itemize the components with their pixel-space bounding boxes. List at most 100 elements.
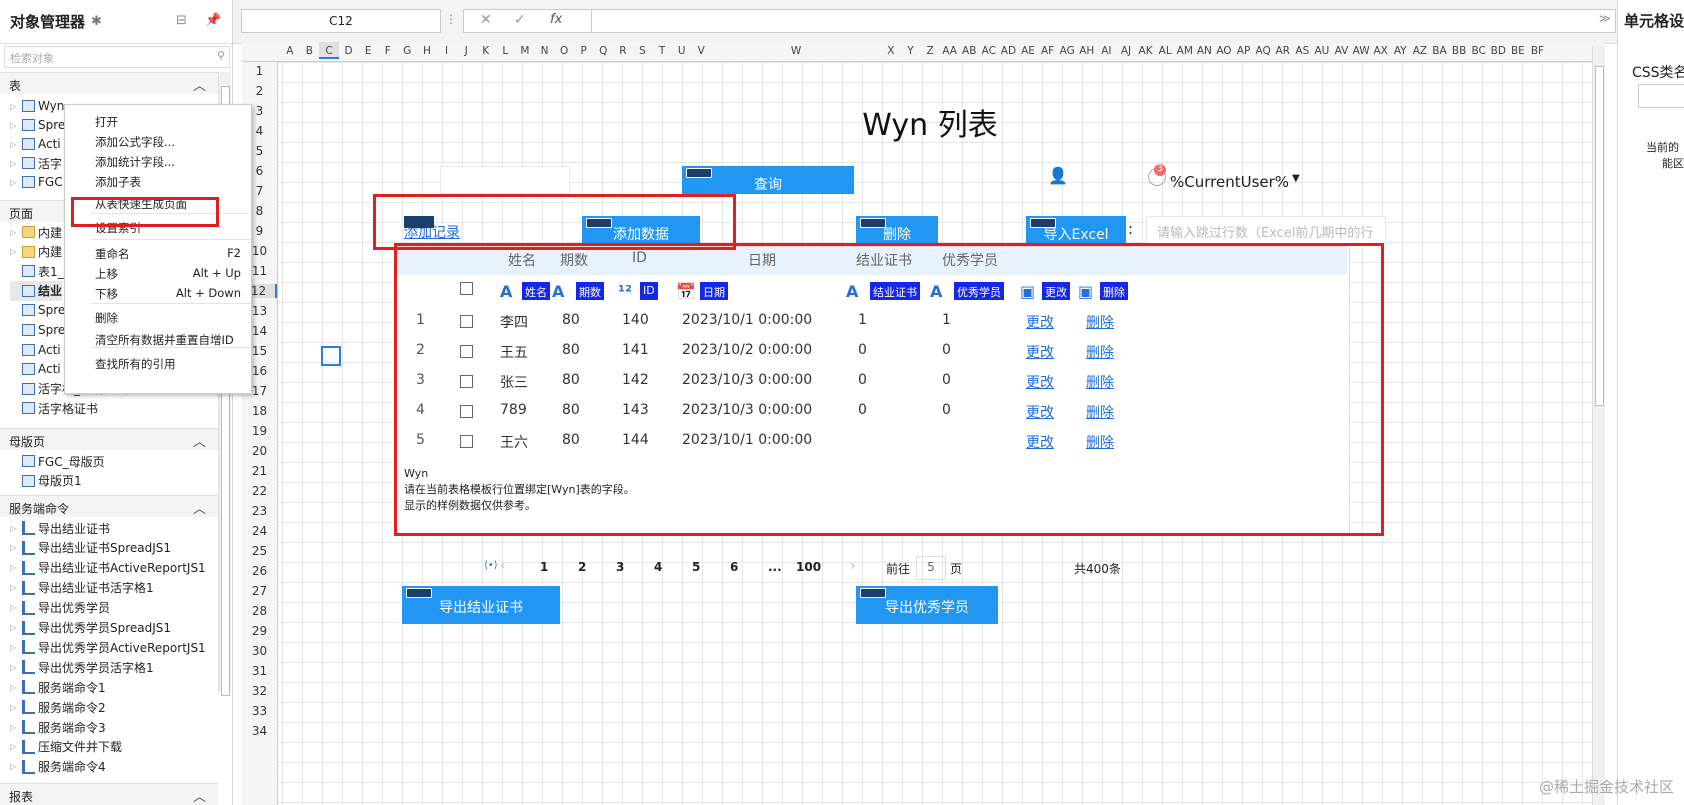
column-label[interactable]: BE — [1508, 42, 1528, 57]
column-label[interactable]: AG — [1057, 42, 1077, 57]
row-label[interactable]: 28 — [242, 604, 277, 618]
tree-item[interactable]: ▷ 服务端命令2 — [10, 697, 106, 717]
row-label[interactable]: 34 — [242, 724, 277, 738]
column-label[interactable]: X — [881, 42, 901, 57]
cancel-icon[interactable]: ✕ — [480, 12, 492, 28]
column-label[interactable]: BC — [1469, 42, 1489, 57]
column-label[interactable]: C — [319, 42, 339, 59]
tree-item[interactable]: ▷ 服务端命令4 — [10, 757, 106, 777]
page-number[interactable]: ... — [768, 560, 782, 574]
context-menu-item[interactable]: 删除 — [65, 307, 251, 327]
expand-triangle-icon[interactable]: ▷ — [10, 703, 22, 712]
chevron-up-icon[interactable]: ︿ — [193, 498, 206, 517]
tree-item[interactable]: ▷ 导出结业证书ActiveReportJS1 — [10, 558, 206, 578]
column-label[interactable]: F — [378, 42, 398, 57]
column-label[interactable]: AO — [1214, 42, 1234, 57]
expand-icon[interactable]: ≫ — [1599, 12, 1611, 25]
tree-item[interactable]: ▷ Acti — [10, 134, 61, 154]
tree-item[interactable]: Acti — [10, 340, 61, 360]
column-label[interactable]: AR — [1273, 42, 1293, 57]
tree-item[interactable]: ▷ FGC — [10, 172, 63, 192]
search-icon[interactable]: ⚲ — [217, 49, 225, 62]
column-label[interactable]: AS — [1293, 42, 1313, 57]
column-label[interactable]: I — [437, 42, 457, 57]
column-label[interactable]: AD — [999, 42, 1019, 57]
tree-item[interactable]: FGC_母版页 — [10, 451, 105, 471]
column-label[interactable]: AA — [940, 42, 960, 57]
context-menu-item[interactable]: 重命名 F2 — [65, 243, 251, 263]
page-number[interactable]: 2 — [578, 560, 586, 574]
column-label[interactable]: AH — [1077, 42, 1097, 57]
tree-item[interactable]: ▷ 导出优秀学员活字格1 — [10, 657, 154, 677]
column-label[interactable]: Q — [594, 42, 614, 57]
row-label[interactable]: 26 — [242, 564, 277, 578]
row-label[interactable]: 29 — [242, 624, 277, 638]
tree-item[interactable]: ▷ 导出结业证书 — [10, 518, 110, 538]
query-input[interactable] — [440, 166, 570, 194]
column-label[interactable]: M — [515, 42, 535, 57]
context-menu-item[interactable]: 清空所有数据并重置自增ID — [65, 329, 251, 349]
expand-triangle-icon[interactable]: ▷ — [10, 583, 22, 592]
export-excellent-button[interactable]: 导出优秀学员 — [856, 586, 998, 624]
row-label[interactable]: 18 — [242, 404, 277, 418]
chevron-up-icon[interactable]: ︿ — [193, 75, 206, 94]
column-label[interactable]: AB — [959, 42, 979, 57]
tree-item[interactable]: ▷ 导出结业证书SpreadJS1 — [10, 538, 171, 558]
expand-triangle-icon[interactable]: ▷ — [10, 524, 22, 533]
column-label[interactable]: AJ — [1116, 42, 1136, 57]
expand-triangle-icon[interactable]: ▷ — [10, 643, 22, 652]
import-excel-button[interactable]: 导入Excel — [1026, 216, 1126, 244]
row-label[interactable]: 31 — [242, 664, 277, 678]
row-label[interactable]: 2 — [242, 84, 277, 98]
row-label[interactable]: 30 — [242, 644, 277, 658]
expand-triangle-icon[interactable]: ▷ — [10, 121, 22, 130]
row-label[interactable]: 32 — [242, 684, 277, 698]
scrollbar-thumb[interactable] — [1595, 66, 1604, 406]
page-number[interactable]: 100 — [796, 560, 821, 574]
tree-item[interactable]: 表1_ — [10, 261, 64, 281]
page-number[interactable]: 4 — [654, 560, 662, 574]
section-master-pages[interactable]: 母版页 ︿ — [0, 428, 218, 450]
context-menu-item[interactable]: 查找所有的引用 — [65, 353, 251, 373]
expand-triangle-icon[interactable]: ▷ — [10, 623, 22, 632]
expand-triangle-icon[interactable]: ▷ — [10, 102, 22, 111]
tree-item[interactable]: ▷ 服务端命令1 — [10, 677, 106, 697]
export-certificate-button[interactable]: 导出结业证书 — [402, 586, 560, 624]
column-label[interactable]: AF — [1038, 42, 1058, 57]
expand-triangle-icon[interactable]: ▷ — [10, 247, 22, 256]
column-label[interactable]: AK — [1136, 42, 1156, 57]
context-menu-item[interactable]: 打开 — [65, 111, 251, 131]
column-label[interactable]: G — [398, 42, 418, 57]
collapse-icon[interactable]: ⊟ — [176, 13, 187, 28]
column-label[interactable]: AU — [1312, 42, 1332, 57]
column-label[interactable]: V — [691, 42, 711, 57]
expand-triangle-icon[interactable]: ▷ — [10, 723, 22, 732]
column-label[interactable]: AL — [1155, 42, 1175, 57]
tree-item[interactable]: ▷ Spre — [10, 115, 65, 135]
column-label[interactable]: AN — [1195, 42, 1215, 57]
chevron-up-icon[interactable]: ︿ — [193, 786, 206, 805]
expand-triangle-icon[interactable]: ▷ — [10, 159, 22, 168]
tree-item[interactable]: 母版页1 — [10, 471, 82, 491]
expand-triangle-icon[interactable]: ▷ — [10, 140, 22, 149]
expand-triangle-icon[interactable]: ▷ — [10, 543, 22, 552]
row-label[interactable]: 33 — [242, 704, 277, 718]
tree-item[interactable]: ▷ 导出结业证书活字格1 — [10, 578, 154, 598]
column-label[interactable]: W — [711, 42, 881, 57]
row-label[interactable]: 24 — [242, 524, 277, 538]
delete-button[interactable]: 删除 — [856, 216, 938, 244]
expand-triangle-icon[interactable]: ▷ — [10, 663, 22, 672]
goto-page-input[interactable]: 5 — [916, 556, 946, 580]
search-input[interactable]: 检索对象 ⚲ — [4, 46, 230, 68]
fx-icon[interactable]: fx — [550, 12, 562, 27]
expand-triangle-icon[interactable]: ▷ — [10, 603, 22, 612]
page-number[interactable]: 3 — [616, 560, 624, 574]
tree-item[interactable]: ▷ 导出优秀学员 — [10, 598, 110, 618]
tree-item[interactable]: ▷ 内建 — [10, 242, 62, 262]
row-label[interactable]: 22 — [242, 484, 277, 498]
column-label[interactable]: H — [417, 42, 437, 57]
row-label[interactable]: 20 — [242, 444, 277, 458]
column-label[interactable]: J — [456, 42, 476, 57]
tree-item[interactable]: ▷ 导出优秀学员ActiveReportJS1 — [10, 637, 206, 657]
column-label[interactable]: BD — [1488, 42, 1508, 57]
